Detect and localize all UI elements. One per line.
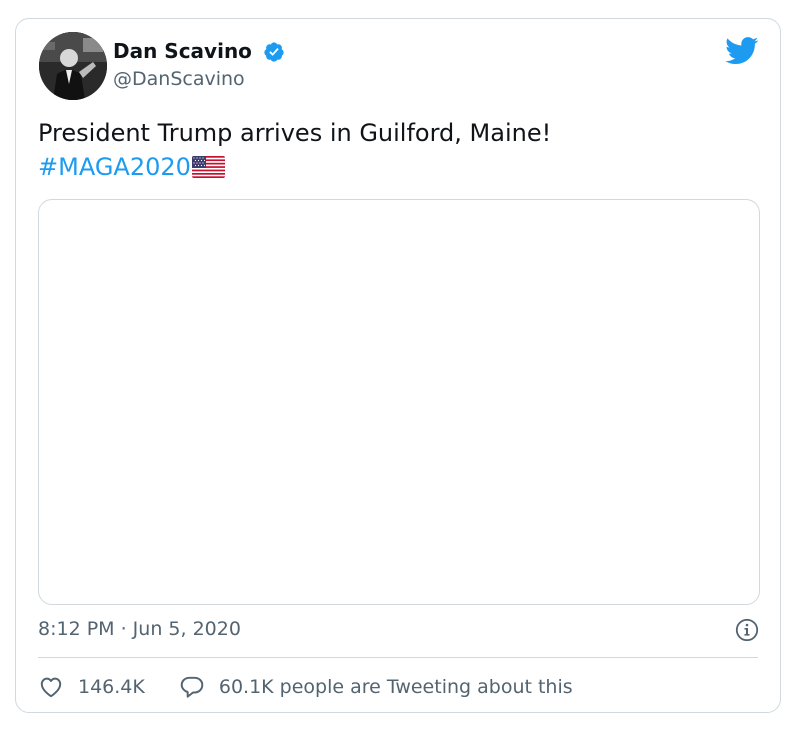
- info-icon[interactable]: [735, 618, 759, 642]
- conversation-label: 60.1K people are Tweeting about this: [218, 676, 573, 698]
- speech-bubble-icon: [180, 676, 204, 698]
- us-flag-emoji: [191, 156, 225, 178]
- like-count: 146.4K: [78, 676, 145, 698]
- verified-badge-icon: [264, 42, 284, 62]
- display-name[interactable]: Dan Scavino: [113, 38, 252, 64]
- timestamp[interactable]: 8:12 PM · Jun 5, 2020: [38, 617, 241, 641]
- tweet-actions: 146.4K 60.1K people are Tweeting about t…: [38, 673, 573, 701]
- avatar[interactable]: [39, 32, 107, 100]
- hashtag-line: #MAGA2020: [38, 150, 225, 184]
- tweet-card: Dan Scavino @DanScavino President Trump …: [15, 18, 781, 713]
- conversation-button[interactable]: 60.1K people are Tweeting about this: [179, 674, 573, 700]
- media-container[interactable]: [38, 199, 760, 605]
- profile-photo: [39, 32, 107, 100]
- hashtag-link[interactable]: #MAGA2020: [38, 150, 191, 184]
- handle[interactable]: @DanScavino: [113, 67, 245, 91]
- divider: [38, 657, 758, 658]
- tweet-text: President Trump arrives in Guilford, Mai…: [38, 119, 552, 147]
- heart-icon: [40, 677, 62, 698]
- twitter-bird-icon[interactable]: [725, 37, 759, 65]
- like-button[interactable]: 146.4K: [38, 674, 145, 700]
